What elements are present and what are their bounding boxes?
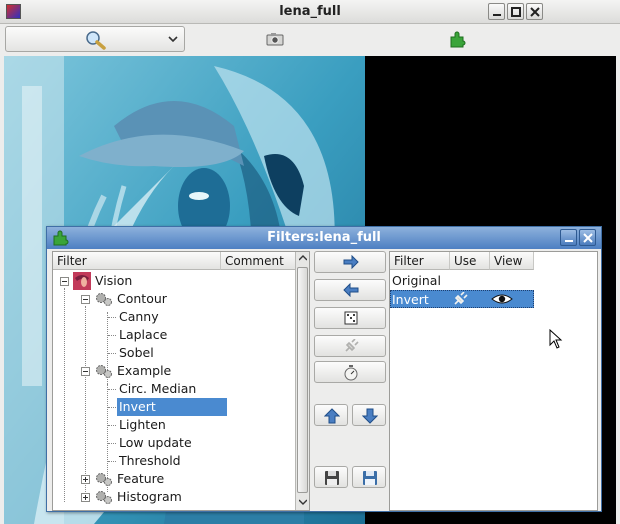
tree-item-sobel[interactable]: Sobel bbox=[53, 344, 297, 362]
gears-icon bbox=[96, 365, 112, 378]
filter-options-button[interactable] bbox=[314, 307, 386, 329]
save-button[interactable] bbox=[314, 466, 348, 488]
tree-item-circ-median[interactable]: Circ. Median bbox=[53, 380, 297, 398]
save-as-button[interactable] bbox=[352, 466, 386, 488]
filters-close-button[interactable] bbox=[579, 229, 596, 246]
tree-node-vision[interactable]: Vision bbox=[53, 272, 297, 290]
tree-label: Histogram bbox=[117, 489, 182, 504]
gears-icon bbox=[96, 473, 112, 486]
magnifier-icon bbox=[86, 31, 106, 50]
close-icon bbox=[530, 7, 540, 17]
stopwatch-icon bbox=[344, 365, 358, 381]
filter-timer-button[interactable] bbox=[314, 361, 386, 383]
floppy-disk-blue-icon bbox=[363, 471, 377, 485]
collapse-toggle[interactable] bbox=[81, 367, 90, 376]
minimize-icon bbox=[565, 240, 573, 242]
tree-item-low-update[interactable]: Low update bbox=[53, 434, 297, 452]
scrollbar-thumb[interactable] bbox=[297, 267, 308, 493]
minimize-button[interactable] bbox=[488, 3, 505, 20]
tree-node-histogram[interactable]: Histogram bbox=[53, 488, 297, 506]
active-row-invert[interactable]: Invert bbox=[390, 290, 534, 308]
gears-icon bbox=[96, 491, 112, 504]
tree-node-feature[interactable]: Feature bbox=[53, 470, 297, 488]
tree-label: Canny bbox=[119, 309, 159, 324]
tree-node-example[interactable]: Example bbox=[53, 362, 297, 380]
tree-label: Contour bbox=[117, 291, 167, 306]
tree-header-comment[interactable]: Comment bbox=[221, 252, 297, 270]
toolbar bbox=[0, 24, 620, 56]
active-header-use[interactable]: Use bbox=[450, 252, 490, 270]
dice-icon bbox=[344, 311, 358, 325]
active-header-view[interactable]: View bbox=[490, 252, 534, 270]
arrow-left-icon bbox=[343, 283, 359, 297]
tree-label: Invert bbox=[117, 398, 227, 416]
puzzle-piece-icon[interactable] bbox=[449, 30, 467, 48]
close-button[interactable] bbox=[526, 3, 543, 20]
chevron-down-icon bbox=[168, 36, 178, 43]
vision-thumbnail-icon bbox=[73, 272, 91, 290]
close-icon bbox=[583, 233, 593, 243]
tree-label: Threshold bbox=[119, 453, 181, 468]
main-titlebar[interactable]: lena_full bbox=[0, 0, 620, 24]
toggle-use-button[interactable] bbox=[314, 335, 386, 357]
tree-label: Feature bbox=[117, 471, 165, 486]
tree-label: Vision bbox=[95, 273, 133, 288]
tree-item-invert[interactable]: Invert bbox=[53, 398, 297, 416]
tree-item-lighten[interactable]: Lighten bbox=[53, 416, 297, 434]
filter-tree[interactable]: Filter Comment Vision Contour Canny Lapl… bbox=[52, 251, 310, 511]
active-header-filter[interactable]: Filter bbox=[390, 252, 450, 270]
move-up-button[interactable] bbox=[314, 404, 348, 426]
camera-icon[interactable] bbox=[266, 32, 284, 46]
move-down-button[interactable] bbox=[352, 404, 386, 426]
floppy-disk-icon bbox=[325, 471, 339, 485]
active-filter-list[interactable]: Filter Use View Original Invert bbox=[389, 251, 598, 511]
gears-icon bbox=[96, 293, 112, 306]
expand-toggle[interactable] bbox=[81, 475, 90, 484]
zoom-dropdown[interactable] bbox=[5, 26, 185, 52]
eye-icon[interactable] bbox=[491, 293, 513, 305]
scroll-up-icon[interactable] bbox=[299, 255, 307, 261]
maximize-button[interactable] bbox=[507, 3, 524, 20]
filters-minimize-button[interactable] bbox=[560, 229, 577, 246]
add-filter-button[interactable] bbox=[314, 251, 386, 273]
tree-label: Example bbox=[117, 363, 172, 378]
filter-actions bbox=[314, 251, 386, 511]
collapse-toggle[interactable] bbox=[81, 295, 90, 304]
filters-title: Filters:lena_full bbox=[267, 230, 381, 245]
tree-label: Low update bbox=[119, 435, 192, 450]
tree-header-filter[interactable]: Filter bbox=[53, 252, 221, 270]
tree-item-canny[interactable]: Canny bbox=[53, 308, 297, 326]
collapse-toggle[interactable] bbox=[60, 277, 69, 286]
tree-label: Circ. Median bbox=[119, 381, 197, 396]
expand-toggle[interactable] bbox=[81, 493, 90, 502]
arrow-down-icon bbox=[362, 408, 378, 424]
tree-label: Laplace bbox=[119, 327, 168, 342]
arrow-up-icon bbox=[324, 408, 340, 424]
maximize-icon bbox=[511, 7, 521, 17]
scroll-down-icon[interactable] bbox=[299, 499, 307, 505]
tree-item-laplace[interactable]: Laplace bbox=[53, 326, 297, 344]
tree-label: Sobel bbox=[119, 345, 154, 360]
plug-icon bbox=[345, 339, 359, 352]
tree-item-threshold[interactable]: Threshold bbox=[53, 452, 297, 470]
remove-filter-button[interactable] bbox=[314, 279, 386, 301]
active-row-label: Original bbox=[392, 273, 441, 288]
active-row-original[interactable]: Original bbox=[390, 272, 534, 290]
filters-dialog: Filters:lena_full Filter Comment Vision bbox=[46, 226, 602, 512]
active-row-label: Invert bbox=[392, 292, 429, 307]
minimize-icon bbox=[493, 14, 501, 16]
arrow-right-icon bbox=[343, 255, 359, 269]
mouse-cursor-icon bbox=[549, 329, 563, 349]
tree-node-contour[interactable]: Contour bbox=[53, 290, 297, 308]
filters-titlebar[interactable]: Filters:lena_full bbox=[47, 227, 601, 249]
plug-icon[interactable] bbox=[453, 292, 469, 306]
tree-scrollbar[interactable] bbox=[295, 252, 309, 510]
tree-label: Lighten bbox=[119, 417, 166, 432]
